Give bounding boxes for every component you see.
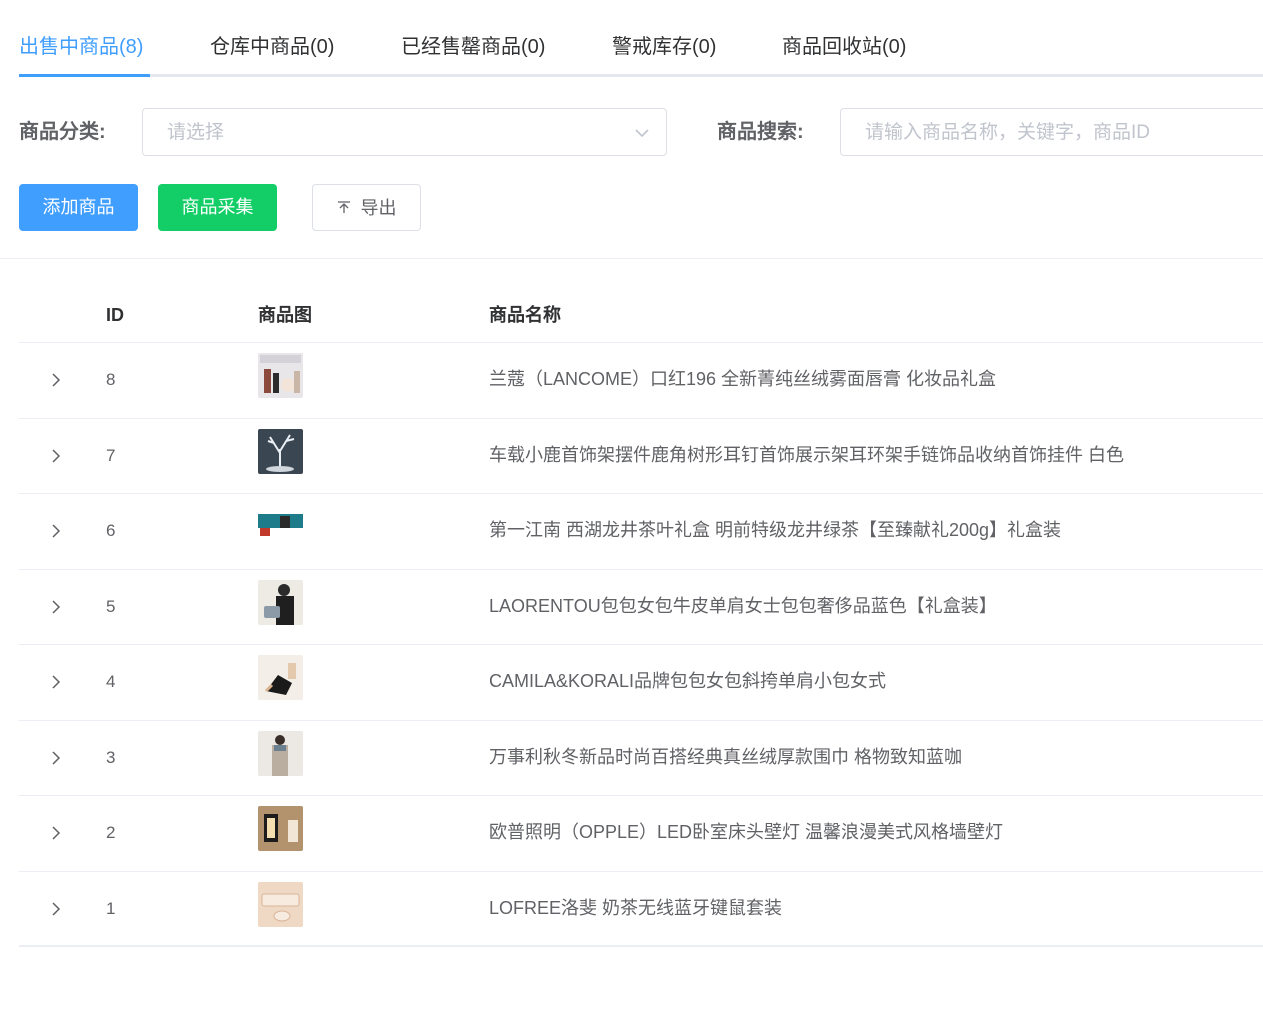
product-name: CAMILA&KORALI品牌包包女包斜挎单肩小包女式 (489, 671, 887, 691)
product-name: 欧普照明（OPPLE）LED卧室床头壁灯 温馨浪漫美式风格墙壁灯 (489, 822, 1004, 842)
product-id: 1 (106, 898, 116, 918)
product-id: 8 (106, 370, 116, 389)
search-placeholder: 请输入商品名称，关键字，商品ID (865, 122, 1151, 143)
chevron-down-icon (635, 129, 649, 138)
chevron-right-icon[interactable] (49, 371, 63, 389)
product-id: 5 (106, 596, 116, 616)
table-row: 3 万事利秋冬新品时尚百搭经典真丝绒厚款围巾 格物致知蓝咖 (19, 721, 1263, 796)
table-row: 4 CAMILA&KORALI品牌包包女包斜挎单肩小包女式 (19, 645, 1263, 721)
table-row: 8 兰蔻（LANCOME）口红196 全新菁纯丝绒雾面唇膏 化妆品礼盒 (19, 343, 1263, 419)
search-input[interactable]: 请输入商品名称，关键字，商品ID (840, 108, 1263, 156)
active-tab-indicator (19, 74, 150, 77)
product-name: 兰蔻（LANCOME）口红196 全新菁纯丝绒雾面唇膏 化妆品礼盒 (489, 369, 997, 389)
product-name: 第一江南 西湖龙井茶叶礼盒 明前特级龙井绿茶【至臻献礼200g】礼盒装 (489, 520, 1062, 540)
column-header-id: ID (106, 305, 124, 325)
export-label: 导出 (360, 198, 397, 218)
product-id: 3 (106, 747, 116, 767)
product-id: 6 (106, 521, 116, 540)
table-row: 5 LAORENTOU包包女包牛皮单肩女士包包奢侈品蓝色【礼盒装】 (19, 570, 1263, 645)
add-product-button[interactable]: 添加商品 (19, 184, 138, 231)
chevron-right-icon[interactable] (49, 749, 63, 767)
section-divider (0, 258, 1263, 259)
tab-on-sale[interactable]: 出售中商品(8) (19, 34, 143, 60)
product-thumbnail (258, 730, 303, 776)
product-id: 7 (106, 445, 116, 465)
tab-recycle-bin[interactable]: 商品回收站(0) (782, 34, 906, 60)
chevron-right-icon[interactable] (49, 598, 63, 616)
table-row: 6 第一江南 西湖龙井茶叶礼盒 明前特级龙井绿茶【至臻献礼200g】礼盒装 (19, 494, 1263, 570)
column-header-image: 商品图 (258, 305, 312, 325)
export-button[interactable]: 导出 (312, 184, 421, 231)
product-thumbnail (258, 579, 303, 625)
product-thumbnail (258, 806, 303, 851)
collect-product-button[interactable]: 商品采集 (158, 184, 277, 231)
tab-bar: 出售中商品(8) 仓库中商品(0) 已经售罄商品(0) 警戒库存(0) 商品回收… (0, 0, 1263, 78)
product-name: LAORENTOU包包女包牛皮单肩女士包包奢侈品蓝色【礼盒装】 (489, 595, 997, 616)
product-thumbnail (258, 655, 303, 700)
product-name: LOFREE洛斐 奶茶无线蓝牙键鼠套装 (489, 897, 783, 918)
tab-sold-out[interactable]: 已经售罄商品(0) (401, 34, 545, 60)
product-id: 4 (106, 672, 116, 691)
chevron-right-icon[interactable] (49, 447, 63, 465)
table-row: 2 欧普照明（OPPLE）LED卧室床头壁灯 温馨浪漫美式风格墙壁灯 (19, 796, 1263, 872)
category-placeholder: 请选择 (167, 122, 225, 143)
product-thumbnail (258, 881, 303, 927)
product-thumbnail (258, 353, 303, 398)
tab-stock-alert[interactable]: 警戒库存(0) (612, 34, 716, 60)
upload-icon (337, 201, 350, 213)
chevron-right-icon[interactable] (49, 824, 63, 842)
search-label: 商品搜索: (717, 121, 804, 143)
product-name: 车载小鹿首饰架摆件鹿角树形耳钉首饰展示架耳环架手链饰品收纳首饰挂件 白色 (489, 444, 1124, 465)
product-id: 2 (106, 823, 116, 842)
table-row: 1 LOFREE洛斐 奶茶无线蓝牙键鼠套装 (19, 872, 1263, 947)
product-name: 万事利秋冬新品时尚百搭经典真丝绒厚款围巾 格物致知蓝咖 (489, 746, 962, 767)
chevron-right-icon[interactable] (49, 673, 63, 691)
chevron-right-icon[interactable] (49, 900, 63, 918)
table-header: ID 商品图 商品名称 (19, 288, 1263, 343)
tab-in-warehouse[interactable]: 仓库中商品(0) (210, 34, 334, 60)
product-thumbnail (258, 428, 303, 474)
product-table: ID 商品图 商品名称 8 兰蔻（LANCOME）口红196 全新菁纯丝绒雾面唇… (19, 288, 1263, 947)
tab-bar-divider (19, 74, 1263, 77)
category-label: 商品分类: (19, 121, 106, 143)
table-row: 7 车载小鹿首饰架摆件鹿角树形耳钉首饰展示架耳环架手链饰品收纳首饰挂件 白色 (19, 419, 1263, 494)
product-thumbnail (258, 504, 303, 549)
column-header-name: 商品名称 (489, 305, 561, 325)
chevron-right-icon[interactable] (49, 522, 63, 540)
category-select[interactable]: 请选择 (142, 108, 667, 156)
